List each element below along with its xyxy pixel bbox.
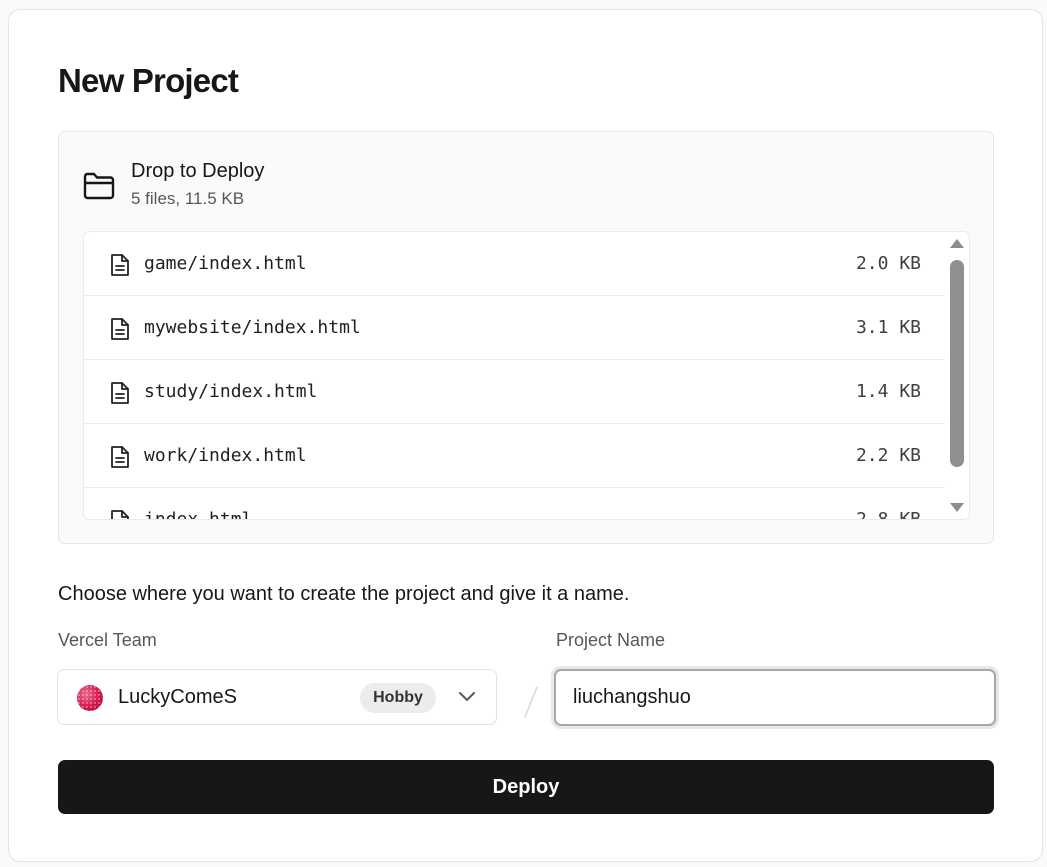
file-name: work/index.html [144,445,307,466]
file-icon [111,254,129,276]
file-size: 1.4 KB [855,381,921,402]
separator-slash [524,686,538,718]
file-list-scrollbar[interactable] [945,232,969,519]
file-icon [111,446,129,468]
drop-summary: 5 files, 11.5 KB [131,189,245,208]
chevron-down-icon[interactable] [458,690,476,704]
project-name-label: Project Name [556,630,666,650]
file-icon [111,318,129,340]
file-name: mywebsite/index.html [144,317,361,338]
file-icon [111,382,129,404]
file-row: work/index.html 2.2 KB [84,424,946,488]
deploy-button[interactable]: Deploy [58,760,994,814]
file-row: mywebsite/index.html 3.1 KB [84,296,946,360]
scroll-down-arrow-icon[interactable] [950,503,964,512]
file-size: 3.1 KB [855,317,921,338]
drop-title: Drop to Deploy [131,160,265,182]
team-avatar [77,685,103,711]
team-select[interactable]: LuckyComeS Hobby [57,669,497,725]
folder-icon [83,172,115,200]
file-size: 2.2 KB [855,445,921,466]
file-name: game/index.html [144,253,307,274]
file-row: game/index.html 2.0 KB [84,232,946,296]
team-label: Vercel Team [58,630,157,650]
scroll-up-arrow-icon[interactable] [950,239,964,248]
file-name: study/index.html [144,381,318,402]
file-name: index.html [144,509,253,520]
drop-zone[interactable]: Drop to Deploy 5 files, 11.5 KB game/ind… [58,131,994,544]
file-row: index.html 2.8 KB [84,488,946,520]
file-rows: game/index.html 2.0 KB mywebsite/index.htm… [84,232,946,520]
instructions-text: Choose where you want to create the proj… [58,583,630,605]
team-name: LuckyComeS [118,686,237,708]
file-list[interactable]: game/index.html 2.0 KB mywebsite/index.htm… [83,231,970,520]
file-row: study/index.html 1.4 KB [84,360,946,424]
page-title: New Project [58,62,239,99]
project-name-input[interactable] [554,669,996,726]
file-icon [111,510,129,519]
scroll-thumb[interactable] [950,260,964,467]
file-size: 2.0 KB [855,253,921,274]
new-project-card: New Project Drop to Deploy 5 files, 11.5… [8,9,1043,862]
file-size: 2.8 KB [855,509,921,520]
plan-badge: Hobby [360,683,436,713]
